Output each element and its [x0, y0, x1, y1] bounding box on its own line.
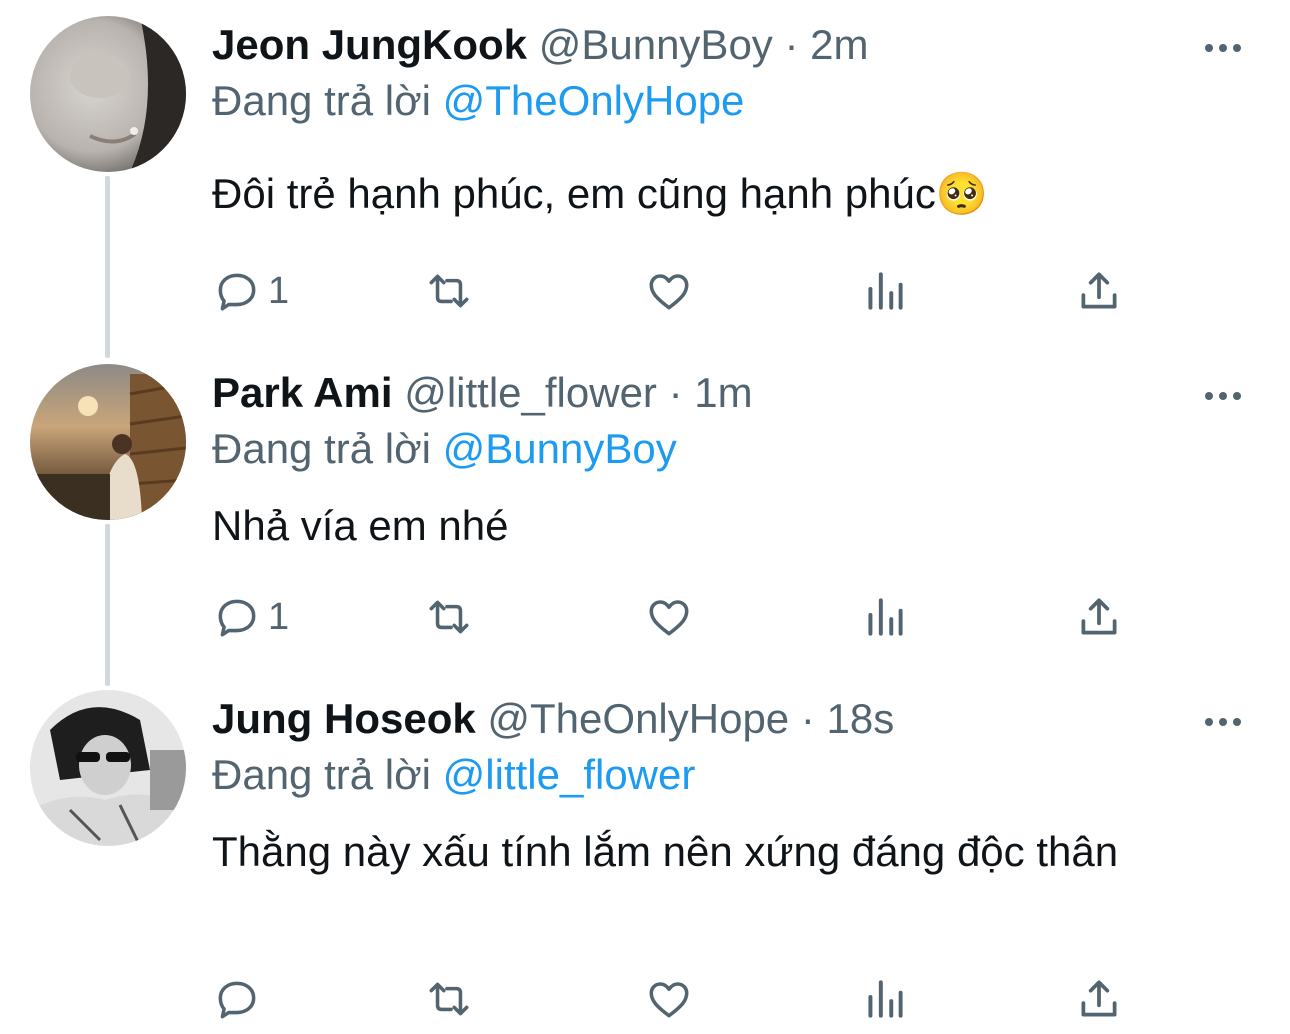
replying-to: Đang trả lời @little_flower — [212, 750, 695, 800]
analytics-icon — [860, 974, 910, 1024]
heart-icon — [644, 592, 694, 642]
tweet-header: Jeon JungKook @BunnyBoy · 2m — [212, 20, 869, 70]
like-button[interactable] — [644, 974, 694, 1024]
share-button[interactable] — [1074, 592, 1124, 642]
more-icon[interactable] — [1205, 38, 1249, 58]
like-button[interactable] — [644, 592, 694, 642]
mention-link[interactable]: @little_flower — [443, 751, 696, 798]
action-bar: 1 — [212, 266, 1212, 316]
action-bar: 1 — [212, 592, 1212, 642]
mention-link[interactable]: @BunnyBoy — [443, 425, 677, 472]
retweet-button[interactable] — [424, 266, 474, 316]
share-button[interactable] — [1074, 266, 1124, 316]
heart-icon — [644, 974, 694, 1024]
tweet-text: Thằng này xấu tính lắm nên xứng đáng độc… — [212, 828, 1119, 875]
avatar[interactable] — [30, 690, 186, 846]
tweet-text: Nhả vía em nhé — [212, 502, 509, 549]
comment-icon — [212, 592, 262, 642]
more-icon[interactable] — [1205, 712, 1249, 732]
tweet-text: Đôi trẻ hạnh phúc, em cũng hạnh phúc🥺 — [212, 170, 989, 217]
retweet-icon — [424, 266, 474, 316]
analytics-icon — [860, 592, 910, 642]
replying-to: Đang trả lời @BunnyBoy — [212, 424, 677, 474]
more-icon[interactable] — [1205, 386, 1249, 406]
thread-connector — [105, 524, 110, 686]
comment-icon — [212, 974, 262, 1024]
reply-button[interactable] — [212, 974, 268, 1024]
views-button[interactable] — [860, 266, 910, 316]
avatar-image — [30, 690, 186, 846]
reply-count: 1 — [268, 269, 290, 312]
tweet-header: Jung Hoseok @TheOnlyHope · 18s — [212, 694, 894, 744]
reply-button[interactable]: 1 — [212, 592, 289, 642]
display-name[interactable]: Jung Hoseok — [212, 695, 476, 742]
replying-to-label: Đang trả lời — [212, 751, 431, 798]
display-name[interactable]: Jeon JungKook — [212, 21, 527, 68]
replying-to-label: Đang trả lời — [212, 425, 431, 472]
retweet-icon — [424, 974, 474, 1024]
avatar[interactable] — [30, 16, 186, 172]
separator-dot: · — [800, 695, 815, 742]
separator-dot: · — [784, 21, 799, 68]
user-handle[interactable]: @little_flower — [404, 369, 657, 416]
retweet-icon — [424, 592, 474, 642]
like-button[interactable] — [644, 266, 694, 316]
comment-icon — [212, 266, 262, 316]
share-icon — [1074, 974, 1124, 1024]
timestamp[interactable]: 1m — [694, 369, 752, 416]
action-bar — [212, 974, 1212, 1024]
thread-connector — [105, 176, 110, 358]
avatar-image — [30, 364, 186, 520]
views-button[interactable] — [860, 592, 910, 642]
analytics-icon — [860, 266, 910, 316]
retweet-button[interactable] — [424, 974, 474, 1024]
reply-count: 1 — [268, 595, 290, 638]
share-icon — [1074, 266, 1124, 316]
tweet-header: Park Ami @little_flower · 1m — [212, 368, 753, 418]
avatar-image — [30, 16, 186, 172]
share-button[interactable] — [1074, 974, 1124, 1024]
reply-button[interactable]: 1 — [212, 266, 289, 316]
avatar[interactable] — [30, 364, 186, 520]
display-name[interactable]: Park Ami — [212, 369, 393, 416]
heart-icon — [644, 266, 694, 316]
timestamp[interactable]: 2m — [810, 21, 868, 68]
user-handle[interactable]: @BunnyBoy — [539, 21, 773, 68]
retweet-button[interactable] — [424, 592, 474, 642]
replying-to-label: Đang trả lời — [212, 77, 431, 124]
replying-to: Đang trả lời @TheOnlyHope — [212, 76, 744, 126]
share-icon — [1074, 592, 1124, 642]
timestamp[interactable]: 18s — [827, 695, 895, 742]
separator-dot: · — [668, 369, 683, 416]
views-button[interactable] — [860, 974, 910, 1024]
user-handle[interactable]: @TheOnlyHope — [487, 695, 789, 742]
mention-link[interactable]: @TheOnlyHope — [443, 77, 745, 124]
